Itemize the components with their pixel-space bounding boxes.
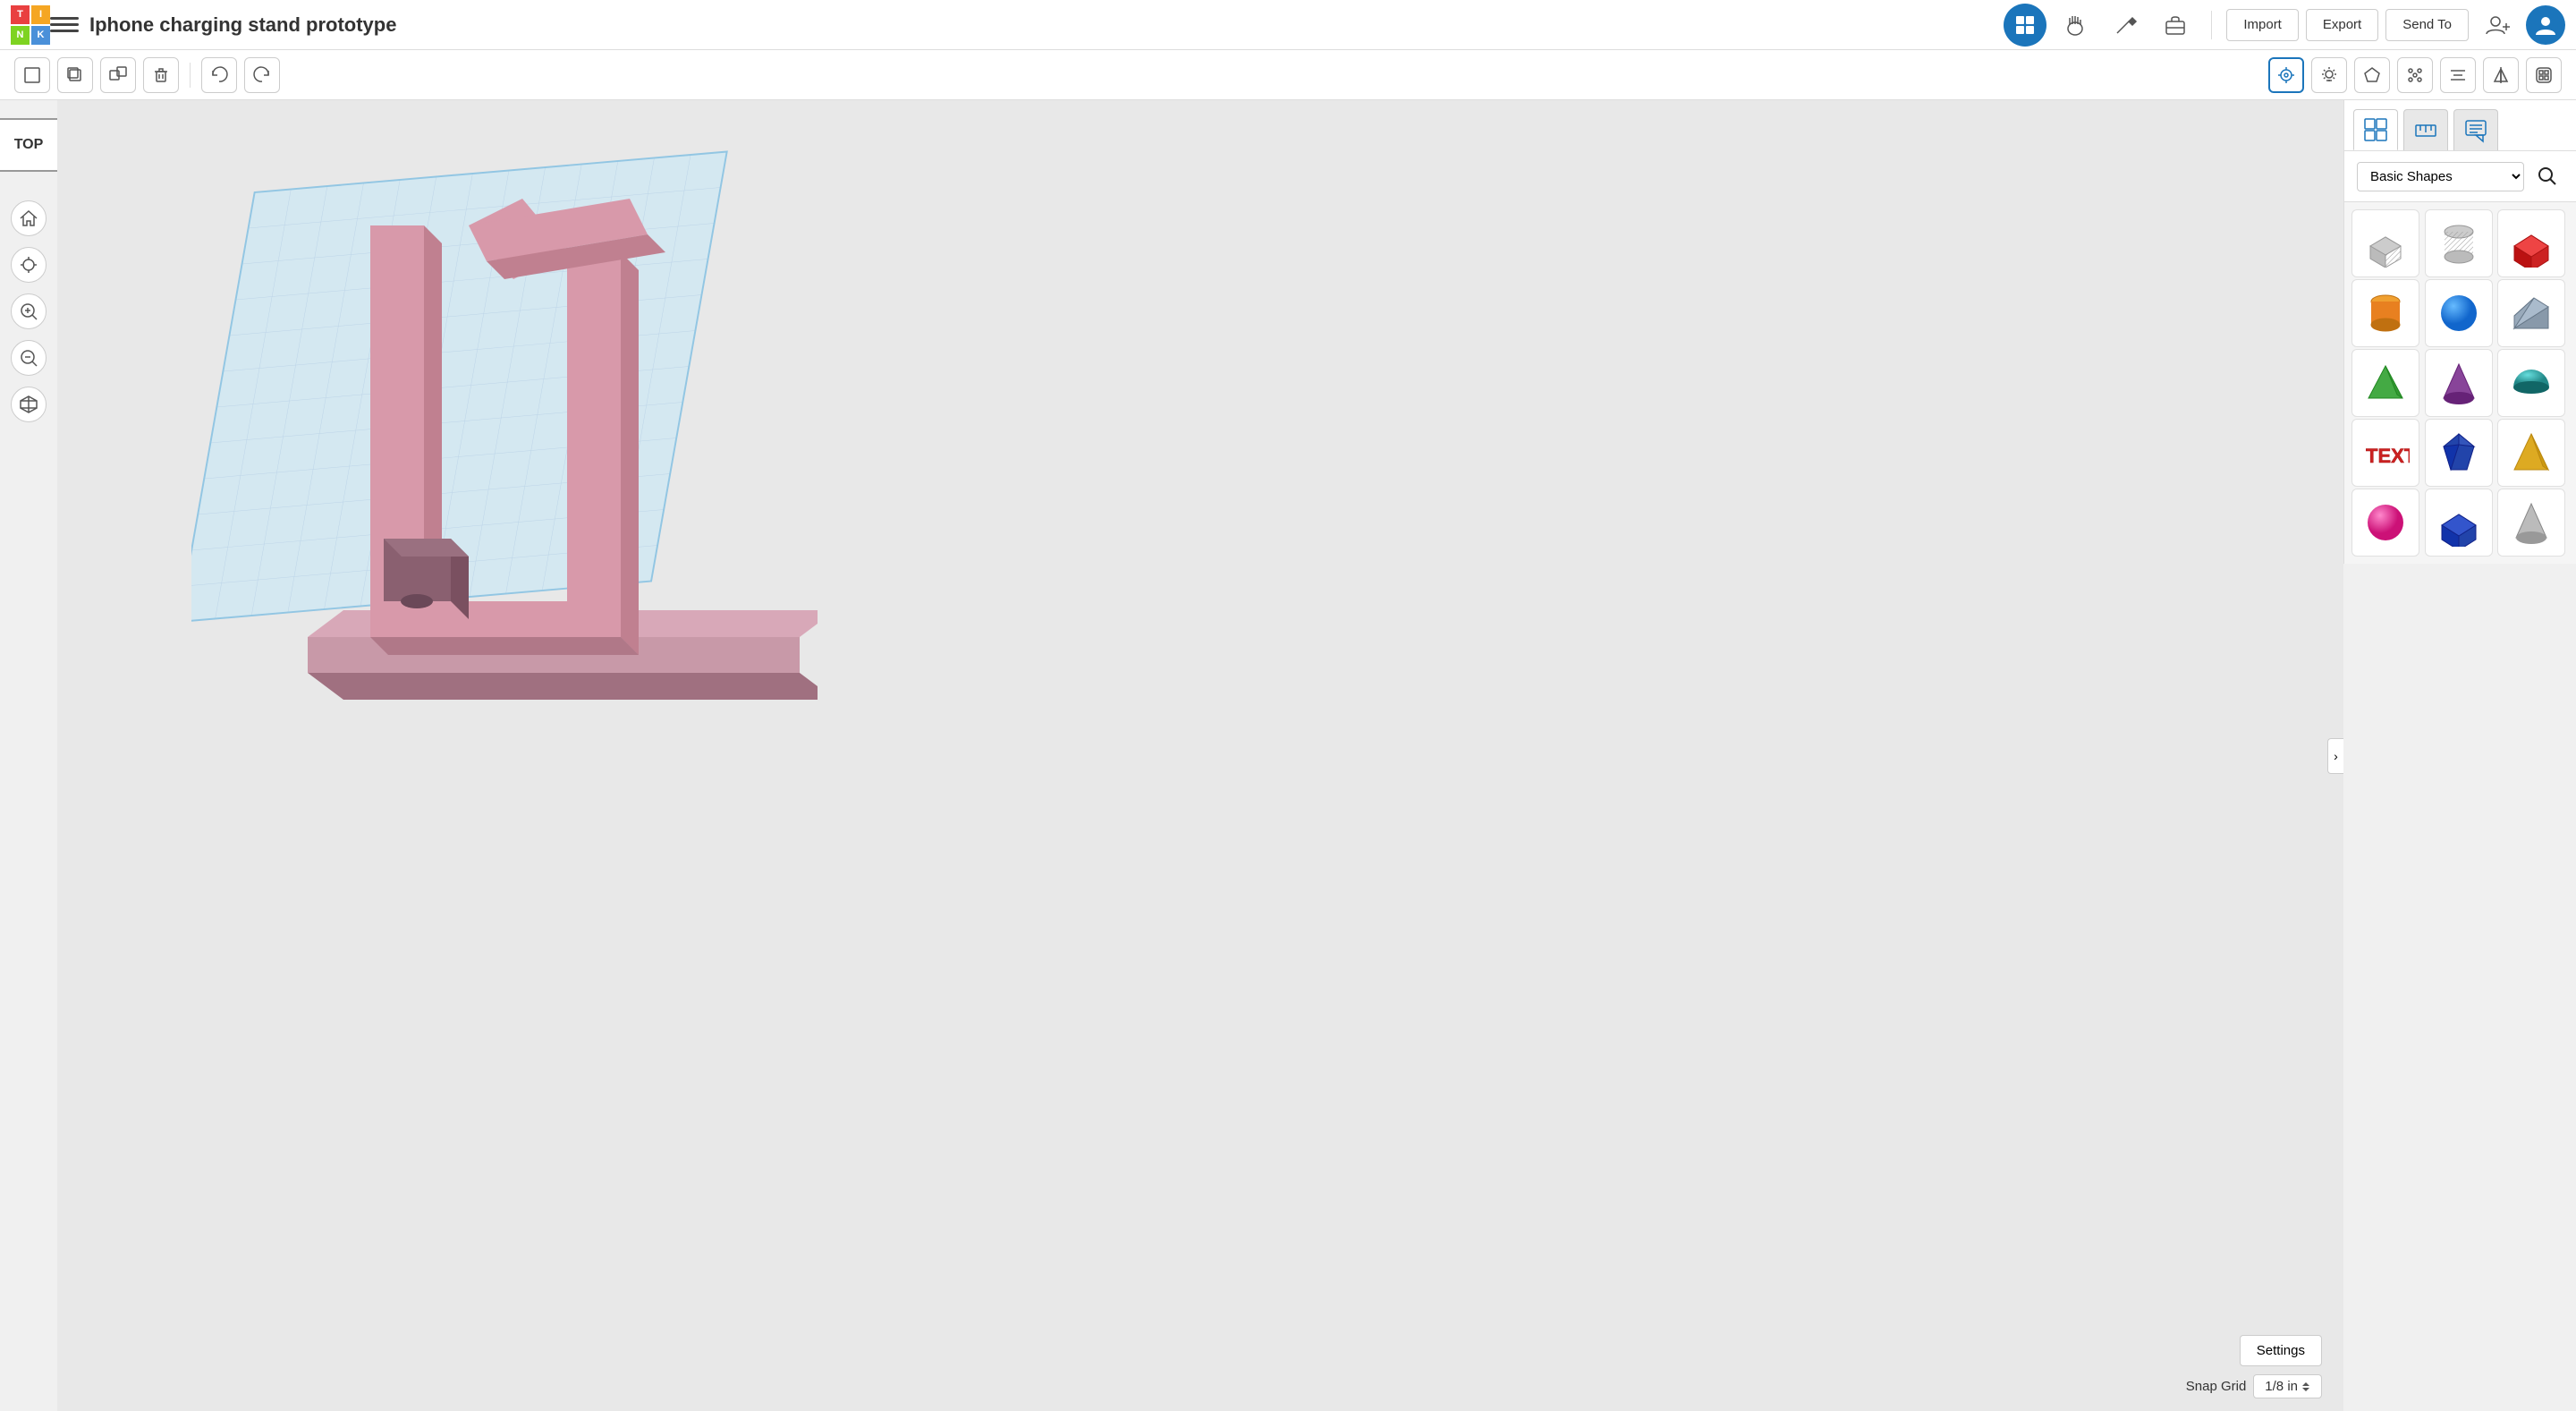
project-title[interactable]: Iphone charging stand prototype (89, 13, 2004, 37)
cube-view-button[interactable] (11, 387, 47, 422)
3d-model (191, 145, 818, 727)
shapes-category-select[interactable]: Basic Shapes (2357, 162, 2524, 191)
svg-text:TEXT: TEXT (2366, 445, 2410, 467)
shape-half-sphere[interactable] (2497, 349, 2565, 417)
view-indicator: TOP (0, 118, 60, 172)
shape-toggle-button[interactable] (2354, 57, 2390, 93)
toolbar (0, 50, 2576, 100)
shape-pyramid-yellow[interactable] (2497, 419, 2565, 487)
shape-text[interactable]: TEXT (2351, 419, 2419, 487)
home-view-button[interactable] (11, 200, 47, 236)
mirror-button[interactable] (2483, 57, 2519, 93)
undo-button[interactable] (201, 57, 237, 93)
shape-gem[interactable] (2425, 419, 2493, 487)
shape-pyramid-green[interactable] (2351, 349, 2419, 417)
handprint-button[interactable] (2054, 4, 2097, 47)
shape-wedge[interactable] (2497, 279, 2565, 347)
camera-button[interactable] (2268, 57, 2304, 93)
grid-align-button[interactable] (2397, 57, 2433, 93)
nav-right: Import Export Send To (2004, 4, 2565, 47)
export-button[interactable]: Export (2306, 9, 2378, 41)
search-shapes-button[interactable] (2531, 160, 2563, 192)
notes-tab[interactable] (2453, 109, 2498, 150)
right-panel-wrapper: › (2343, 100, 2576, 1411)
canvas-area[interactable]: Settings Snap Grid 1/8 in (57, 100, 2343, 1411)
fit-view-button[interactable] (11, 247, 47, 283)
shapes-grid: TEXT (2344, 202, 2576, 564)
main: TOP (0, 100, 2576, 1411)
snap-value-text: 1/8 in (2265, 1379, 2298, 1394)
duplicate-button[interactable] (100, 57, 136, 93)
import-button[interactable]: Import (2226, 9, 2299, 41)
panel-tabs (2344, 100, 2576, 151)
menu-icon[interactable] (50, 11, 79, 39)
shape-cone-gray[interactable] (2497, 489, 2565, 557)
logo-k: K (31, 26, 50, 45)
shape-box[interactable] (2497, 209, 2565, 277)
shape-box-blue[interactable] (2425, 489, 2493, 557)
copy-button[interactable] (57, 57, 93, 93)
tinkercad-logo: T I N K (11, 5, 50, 45)
logo-t: T (11, 5, 30, 24)
send-to-button[interactable]: Send To (2385, 9, 2469, 41)
settings-button[interactable]: Settings (2240, 1335, 2322, 1366)
pick-button[interactable] (2104, 4, 2147, 47)
shape-sphere[interactable] (2425, 279, 2493, 347)
shape-box-hole[interactable] (2351, 209, 2419, 277)
shape-cylinder[interactable] (2351, 279, 2419, 347)
left-panel: TOP (0, 100, 57, 1411)
toolbar-right (2268, 57, 2562, 93)
group-button[interactable] (2526, 57, 2562, 93)
zoom-in-button[interactable] (11, 293, 47, 329)
shape-cylinder-hole[interactable] (2425, 209, 2493, 277)
right-panel: Basic Shapes (2343, 100, 2576, 564)
ruler-tab[interactable] (2403, 109, 2448, 150)
panel-collapse-button[interactable]: › (2327, 738, 2343, 774)
delete-button[interactable] (143, 57, 179, 93)
snap-grid-label: Snap Grid (2186, 1379, 2247, 1394)
briefcase-button[interactable] (2154, 4, 2197, 47)
shapes-header: Basic Shapes (2344, 151, 2576, 202)
grid-view-button[interactable] (2004, 4, 2046, 47)
redo-button[interactable] (244, 57, 280, 93)
zoom-out-button[interactable] (11, 340, 47, 376)
snap-value[interactable]: 1/8 in (2253, 1374, 2322, 1398)
shape-sphere-pink[interactable] (2351, 489, 2419, 557)
avatar[interactable] (2526, 5, 2565, 45)
snap-grid-control: Snap Grid 1/8 in (2186, 1374, 2322, 1398)
light-button[interactable] (2311, 57, 2347, 93)
add-user-button[interactable] (2476, 4, 2519, 47)
shape-cone-purple[interactable] (2425, 349, 2493, 417)
logo-n: N (11, 26, 30, 45)
new-button[interactable] (14, 57, 50, 93)
logo-i: I (31, 5, 50, 24)
align-button[interactable] (2440, 57, 2476, 93)
shapes-tab[interactable] (2353, 109, 2398, 150)
navbar: T I N K Iphone charging stand prototype (0, 0, 2576, 50)
